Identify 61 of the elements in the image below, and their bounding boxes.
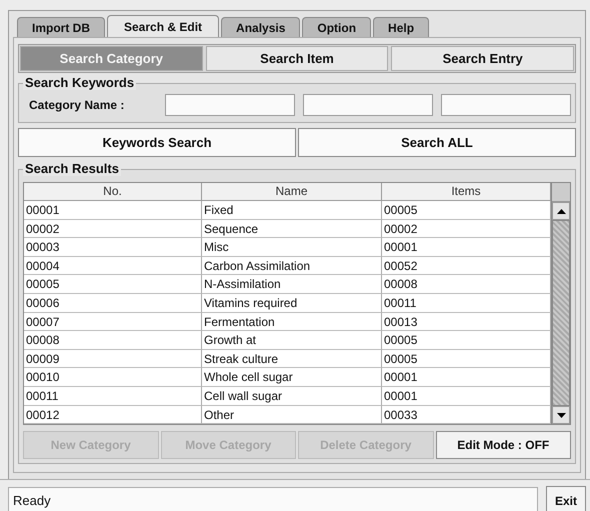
action-button[interactable]: Edit Mode : OFF <box>436 431 571 460</box>
table-cell: Cell wall sugar <box>202 386 382 406</box>
input-field[interactable] <box>165 94 295 116</box>
table-cell: Fermentation <box>202 312 382 332</box>
table-cell: Carbon Assimilation <box>202 256 382 276</box>
tab[interactable]: Import DB <box>17 17 105 37</box>
table-cell: Sequence <box>202 220 382 238</box>
table-cell: 00010 <box>24 368 202 387</box>
table-cell: Fixed <box>202 201 382 220</box>
search-button[interactable]: Keywords Search <box>18 128 296 157</box>
table-cell: Other <box>202 406 382 424</box>
search-button[interactable]: Search ALL <box>298 128 576 157</box>
table-cell: 00001 <box>382 368 551 387</box>
table-cell: 00009 <box>24 350 202 368</box>
table-cell: 00033 <box>382 406 551 424</box>
scroll-up-icon[interactable] <box>552 202 570 220</box>
table-cell: 00001 <box>382 238 551 257</box>
header-corner <box>552 183 570 202</box>
table-cell: 00011 <box>382 294 551 313</box>
group-title: Search Results <box>23 161 121 176</box>
table-cell: Streak culture <box>202 350 382 368</box>
table-cell: 00007 <box>24 312 202 332</box>
table-cell: Vitamins required <box>202 294 382 313</box>
column-header[interactable]: Name <box>202 183 382 201</box>
exit-button[interactable]: Exit <box>546 486 586 511</box>
table-cell: 00005 <box>24 275 202 294</box>
table-cell: 00008 <box>24 331 202 350</box>
table-cell: 00006 <box>24 294 202 313</box>
table-cell: Whole cell sugar <box>202 368 382 387</box>
table-cell: 00001 <box>382 386 551 406</box>
group-title: Search Keywords <box>23 75 136 90</box>
table-cell: 00002 <box>24 220 202 238</box>
field-label: Category Name : <box>29 98 126 112</box>
column-header[interactable]: Items <box>382 183 551 201</box>
input-field[interactable] <box>441 94 571 116</box>
table-cell: Growth at <box>202 331 382 350</box>
tab[interactable]: Option <box>302 17 372 37</box>
sub-tab[interactable]: Search Entry <box>391 46 574 71</box>
table-cell: 00001 <box>24 201 202 220</box>
table-cell: 00002 <box>382 220 551 238</box>
table-cell: 00005 <box>382 331 551 350</box>
table-cell: Misc <box>202 238 382 257</box>
table-cell: 00011 <box>24 386 202 406</box>
column-header[interactable]: No. <box>24 183 202 201</box>
tab[interactable]: Help <box>373 17 430 37</box>
input-field[interactable] <box>303 94 433 116</box>
status-text: Ready <box>8 487 538 511</box>
table-cell: 00013 <box>382 312 551 332</box>
table-cell: 00005 <box>382 201 551 220</box>
table-cell: 00003 <box>24 238 202 257</box>
table-cell: N-Assimilation <box>202 275 382 294</box>
table-cell: 00005 <box>382 350 551 368</box>
table-cell: 00012 <box>24 406 202 424</box>
tab[interactable]: Search & Edit <box>107 15 220 37</box>
table-cell: 00004 <box>24 256 202 276</box>
sub-tab[interactable]: Search Item <box>206 46 388 71</box>
scrollbar[interactable] <box>551 183 570 424</box>
table-cell: 00008 <box>382 275 551 294</box>
scroll-down-icon[interactable] <box>552 406 570 424</box>
tab[interactable]: Analysis <box>221 17 300 37</box>
table-cell: 00052 <box>382 256 551 276</box>
